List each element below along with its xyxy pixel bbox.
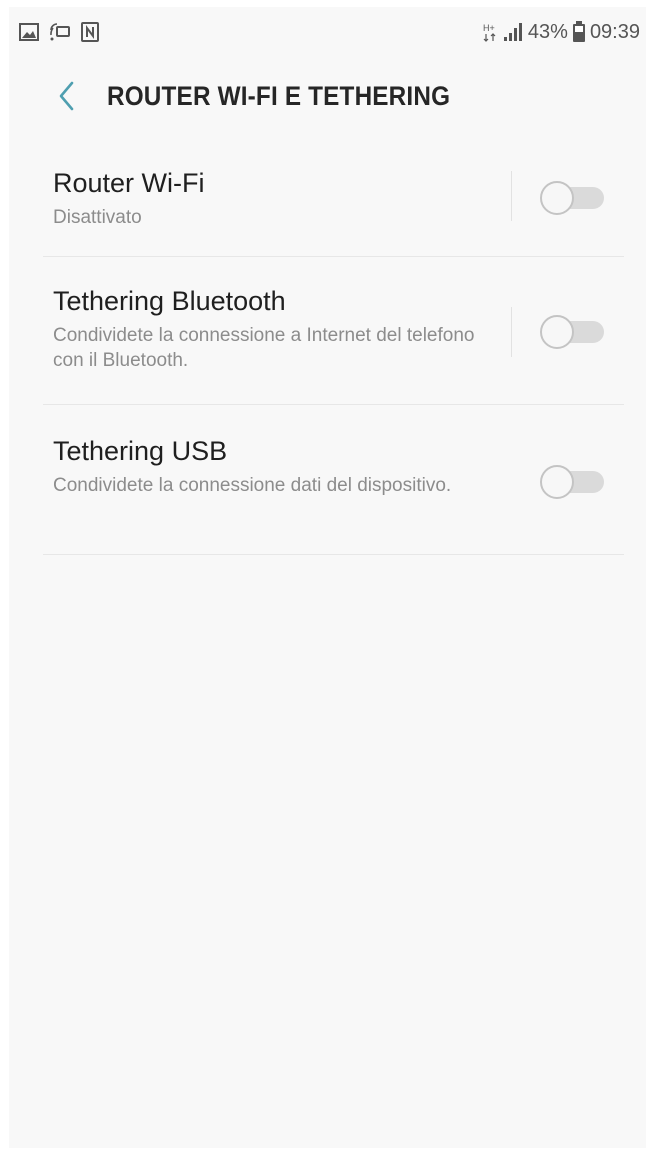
toggle-thumb: [540, 181, 574, 215]
setting-row-bluetooth-tethering[interactable]: Tethering Bluetooth Condividete la conne…: [43, 257, 624, 405]
screen: H+ 43% 09:39 ROUTER WI-FI E TETHERING Ro…: [9, 7, 646, 1148]
battery-icon: [572, 21, 586, 43]
network-type-icon: H+: [482, 22, 498, 42]
bluetooth-tethering-toggle[interactable]: [540, 315, 606, 349]
clock: 09:39: [589, 20, 640, 43]
setting-description: Condividete la connessione dati del disp…: [53, 475, 452, 496]
battery-percent: 43%: [527, 20, 568, 43]
toggle-thumb: [540, 465, 574, 499]
status-bar: H+ 43% 09:39: [9, 7, 646, 57]
setting-text: Router Wi-Fi Disattivato: [53, 167, 493, 230]
toggle-thumb: [540, 315, 574, 349]
signal-icon: [502, 22, 524, 42]
setting-row-router-wifi[interactable]: Router Wi-Fi Disattivato: [43, 135, 624, 257]
setting-title: Router Wi-Fi: [53, 168, 205, 198]
page-title: ROUTER WI-FI E TETHERING: [107, 80, 451, 111]
network-type-label: H+: [483, 23, 495, 33]
vertical-divider: [511, 307, 512, 357]
setting-title: Tethering USB: [53, 436, 228, 466]
setting-description: Disattivato: [53, 207, 142, 228]
image-icon: [19, 23, 39, 41]
setting-title: Tethering Bluetooth: [53, 286, 286, 316]
status-right: H+ 43% 09:39: [482, 21, 640, 44]
settings-list: Router Wi-Fi Disattivato Tethering Bluet…: [9, 135, 646, 555]
usb-tethering-toggle[interactable]: [540, 465, 606, 499]
setting-description: Condividete la connessione a Internet de…: [53, 325, 475, 371]
setting-text: Tethering Bluetooth Condividete la conne…: [53, 285, 493, 373]
router-wifi-toggle[interactable]: [540, 181, 606, 215]
nfc-icon: [81, 22, 99, 42]
setting-row-usb-tethering[interactable]: Tethering USB Condividete la connessione…: [43, 405, 624, 555]
screen-mirroring-icon: [49, 22, 71, 42]
back-button[interactable]: [37, 66, 97, 126]
status-left-icons: [19, 22, 99, 42]
app-header: ROUTER WI-FI E TETHERING: [9, 57, 646, 135]
chevron-left-icon: [59, 81, 74, 111]
setting-text: Tethering USB Condividete la connessione…: [53, 435, 493, 498]
vertical-divider: [511, 171, 512, 221]
